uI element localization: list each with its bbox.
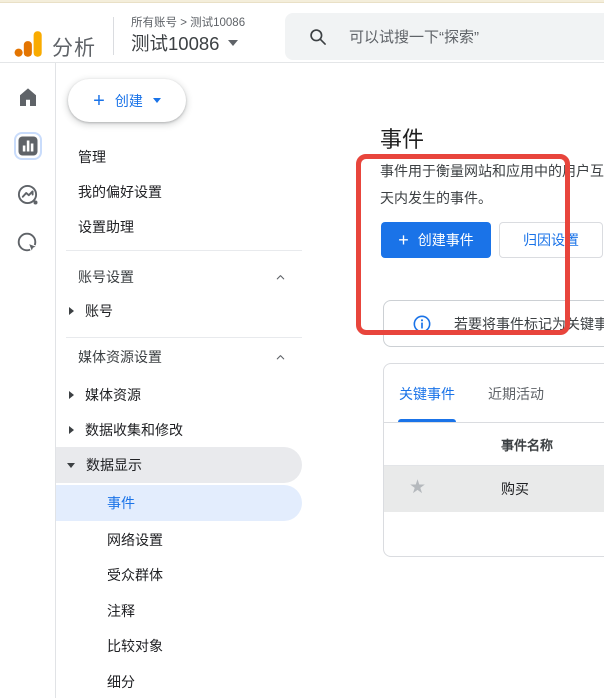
sidebar-item-segments[interactable]: 细分	[56, 664, 302, 698]
page-title: 事件	[380, 122, 424, 154]
header-divider	[113, 17, 114, 55]
expander-right-icon	[69, 426, 74, 434]
events-table-card: 关键事件 近期活动 事件名称 ★ 购买	[383, 363, 604, 557]
search-icon	[308, 27, 328, 47]
breadcrumb: 所有账号 > 测试10086	[131, 14, 245, 30]
header-border	[0, 62, 604, 63]
table-tabs: 关键事件 近期活动	[384, 364, 604, 423]
event-name-cell: 购买	[501, 466, 529, 512]
sidebar-item-audiences[interactable]: 受众群体	[56, 557, 302, 593]
chevron-up-icon	[275, 272, 286, 283]
chevron-up-icon	[275, 352, 286, 363]
sidebar-item-admin[interactable]: 管理	[56, 139, 302, 175]
star-icon[interactable]: ★	[409, 478, 426, 497]
description-line-1: 事件用于衡量网站和应用中的用户互	[380, 158, 604, 185]
sidebar-item-comparisons[interactable]: 比较对象	[56, 628, 302, 664]
page-description: 事件用于衡量网站和应用中的用户互 天内发生的事件。	[380, 158, 604, 212]
plus-icon: +	[93, 91, 105, 111]
search-placeholder: 可以试搜一下“探索”	[349, 26, 479, 47]
explore-icon[interactable]	[16, 183, 40, 207]
banner-text: 若要将事件标记为关键事件	[454, 314, 604, 334]
sidebar-section-property-settings[interactable]: 媒体资源设置	[56, 339, 302, 375]
sidebar-item-account[interactable]: 账号	[56, 293, 302, 329]
table-row[interactable]: ★ 购买	[384, 466, 604, 512]
sidebar-item-annotations[interactable]: 注释	[56, 593, 302, 629]
chevron-down-icon	[153, 98, 161, 103]
app-header: 分析 所有账号 > 测试10086 测试10086 可以试搜一下“探索”	[0, 3, 604, 63]
sidebar-item-setup-assistant[interactable]: 设置助理	[56, 209, 302, 245]
sidebar-item-preferences[interactable]: 我的偏好设置	[56, 174, 302, 210]
account-switcher[interactable]: 测试10086	[131, 30, 238, 56]
sidebar-item-data-collection[interactable]: 数据收集和修改	[56, 412, 302, 448]
create-event-button[interactable]: + 创建事件	[381, 222, 491, 258]
expander-right-icon	[69, 391, 74, 399]
sidebar-item-network-settings[interactable]: 网络设置	[56, 522, 302, 558]
expander-down-icon	[67, 463, 75, 468]
info-banner: 若要将事件标记为关键事件	[383, 300, 604, 347]
nav-rail	[0, 63, 56, 698]
sidebar-divider	[66, 250, 302, 251]
description-line-2: 天内发生的事件。	[380, 185, 604, 212]
google-analytics-logo-icon[interactable]	[14, 30, 44, 58]
table-header-row: 事件名称	[384, 423, 604, 466]
chevron-down-icon	[228, 40, 238, 46]
reports-bar-chart-icon[interactable]	[16, 134, 40, 158]
active-tab-indicator	[398, 419, 456, 422]
sidebar-section-account-settings[interactable]: 账号设置	[56, 259, 302, 295]
create-button[interactable]: + 创建	[68, 79, 186, 122]
account-name: 测试10086	[131, 30, 219, 56]
sidebar-item-property[interactable]: 媒体资源	[56, 377, 302, 413]
search-bar[interactable]: 可以试搜一下“探索”	[285, 13, 604, 60]
column-header-event-name: 事件名称	[501, 423, 553, 466]
tab-recent-activity[interactable]: 近期活动	[487, 364, 545, 423]
sidebar-item-data-display[interactable]: 数据显示	[56, 447, 302, 483]
app-title: 分析	[52, 32, 96, 62]
plus-icon: +	[398, 231, 409, 249]
attribution-settings-button[interactable]: 归因设置	[499, 222, 603, 258]
sidebar-divider	[66, 337, 302, 338]
analytics-app: 分析 所有账号 > 测试10086 测试10086 可以试搜一下“探索”	[0, 0, 604, 698]
sidebar-item-events-selected[interactable]: 事件	[56, 485, 302, 521]
info-icon	[412, 314, 432, 334]
expander-right-icon	[69, 307, 74, 315]
home-icon[interactable]	[16, 85, 40, 109]
advertising-icon[interactable]	[16, 231, 40, 255]
tab-key-events[interactable]: 关键事件	[398, 364, 456, 423]
